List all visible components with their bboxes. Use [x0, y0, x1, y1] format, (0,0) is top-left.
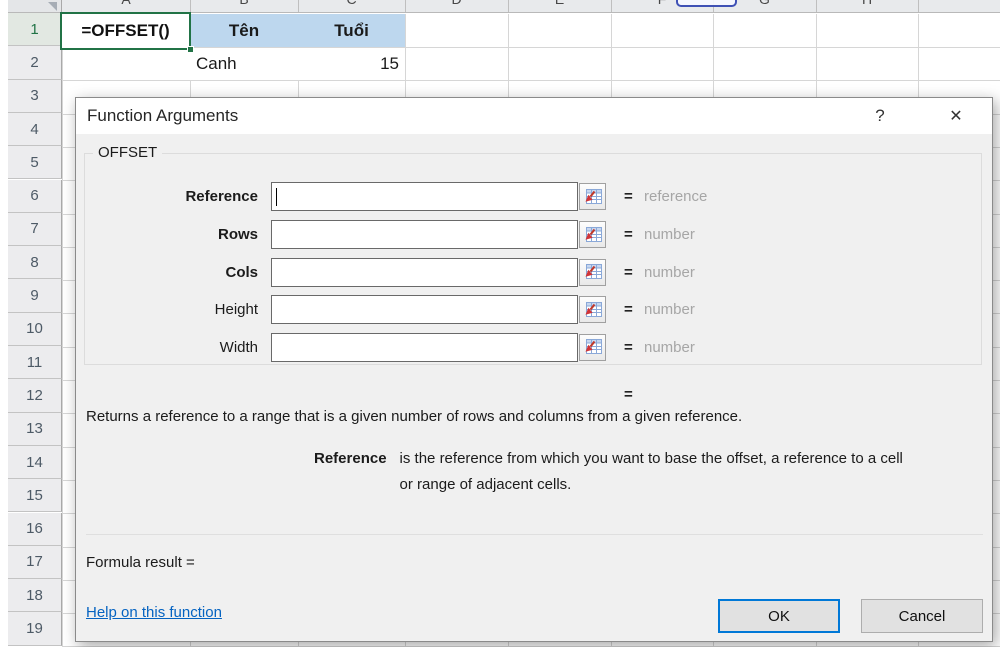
collapse-dialog-button[interactable] [579, 296, 606, 323]
close-icon[interactable]: ✕ [932, 98, 980, 134]
row-header-2[interactable]: 2 [8, 46, 62, 79]
column-header-separator [405, 0, 406, 13]
range-picker-icon [583, 188, 603, 206]
row-header-16[interactable]: 16 [8, 513, 62, 546]
row-header-column: 12345678910111213141516171819 [8, 13, 62, 647]
argument-row-cols: Cols = number [76, 258, 992, 287]
equals-sign: = [624, 226, 638, 243]
argument-row-rows: Rows = number [76, 220, 992, 249]
row-header-6[interactable]: 6 [8, 180, 62, 213]
column-header-F[interactable]: F [658, 0, 667, 7]
dialog-titlebar[interactable]: Function Arguments ? ✕ [76, 98, 992, 134]
function-name-label: OFFSET [93, 144, 162, 161]
equals-sign: = [624, 188, 638, 205]
argument-label: Height [76, 301, 271, 318]
select-all-corner[interactable] [8, 0, 62, 13]
formula-result-label: Formula result = [86, 554, 195, 571]
collapse-dialog-button[interactable] [579, 259, 606, 286]
column-header-separator [816, 0, 817, 13]
argument-input-cols[interactable] [271, 258, 578, 287]
row-header-19[interactable]: 19 [8, 612, 62, 645]
divider [86, 534, 983, 535]
row-header-1[interactable]: 1 [8, 13, 62, 46]
argument-hint: number [644, 264, 695, 281]
column-header-separator [611, 0, 612, 13]
cell-B2[interactable]: Canh [190, 48, 297, 80]
argument-label: Reference [76, 188, 271, 205]
argument-hint: number [644, 339, 695, 356]
column-header-B[interactable]: B [239, 0, 248, 7]
column-header-H[interactable]: H [862, 0, 872, 7]
row-header-9[interactable]: 9 [8, 279, 62, 312]
equals-sign: = [624, 301, 638, 318]
row-header-5[interactable]: 5 [8, 146, 62, 179]
excel-window: ABCDEFGH 12345678910111213141516171819 T… [0, 0, 1000, 647]
ok-button[interactable]: OK [718, 599, 840, 633]
column-header-D[interactable]: D [451, 0, 461, 7]
row-header-12[interactable]: 12 [8, 379, 62, 412]
dialog-title: Function Arguments [87, 98, 238, 134]
range-picker-icon [583, 263, 603, 281]
cell-A1-selected[interactable]: =OFFSET() [60, 12, 191, 50]
argument-label: Rows [76, 226, 271, 243]
gridline [62, 14, 63, 647]
function-description: Returns a reference to a range that is a… [86, 408, 742, 425]
equals-sign: = [624, 339, 638, 356]
row-header-18[interactable]: 18 [8, 579, 62, 612]
cell-B1[interactable]: Tên [190, 14, 298, 47]
argument-input-reference[interactable] [271, 182, 578, 211]
argument-hint: reference [644, 188, 707, 205]
argument-row-reference: Reference = reference [76, 182, 992, 211]
column-header-E[interactable]: E [555, 0, 564, 7]
help-on-function-link[interactable]: Help on this function [86, 604, 222, 621]
range-picker-icon [583, 338, 603, 356]
column-header-G[interactable]: G [759, 0, 770, 7]
argument-help-text: is the reference from which you want to … [400, 446, 912, 497]
argument-input-rows[interactable] [271, 220, 578, 249]
column-header-separator [298, 0, 299, 13]
text-caret [276, 188, 277, 206]
argument-hint: number [644, 301, 695, 318]
column-header-A[interactable]: A [121, 0, 130, 7]
fill-handle[interactable] [187, 46, 194, 53]
argument-row-height: Height = number [76, 295, 992, 324]
range-picker-icon [583, 301, 603, 319]
cell-C1[interactable]: Tuổi [298, 14, 405, 47]
row-header-10[interactable]: 10 [8, 313, 62, 346]
row-header-17[interactable]: 17 [8, 546, 62, 579]
column-header-separator [508, 0, 509, 13]
row-header-8[interactable]: 8 [8, 246, 62, 279]
select-all-triangle-icon [48, 2, 57, 11]
argument-help-label: Reference [314, 446, 387, 497]
cancel-button[interactable]: Cancel [861, 599, 983, 633]
argument-label: Width [76, 339, 271, 356]
argument-help: Reference is the reference from which yo… [314, 446, 912, 497]
column-header-C[interactable]: C [346, 0, 356, 7]
row-header-13[interactable]: 13 [8, 413, 62, 446]
argument-input-height[interactable] [271, 295, 578, 324]
row-header-11[interactable]: 11 [8, 346, 62, 379]
column-header-separator [918, 0, 919, 13]
collapse-dialog-button[interactable] [579, 221, 606, 248]
collapse-dialog-button[interactable] [579, 334, 606, 361]
range-picker-icon [583, 226, 603, 244]
equals-sign: = [624, 264, 638, 281]
row-header-14[interactable]: 14 [8, 446, 62, 479]
row-header-3[interactable]: 3 [8, 80, 62, 113]
argument-row-width: Width = number [76, 333, 992, 362]
column-header-row: A B C D E F G H [62, 0, 1000, 13]
argument-hint: number [644, 226, 695, 243]
cell-C2[interactable]: 15 [298, 48, 404, 80]
gridline [62, 80, 1000, 81]
row-header-15[interactable]: 15 [8, 479, 62, 512]
dialog-help-button[interactable]: ? [858, 98, 902, 134]
formula-equals-sign: = [624, 386, 633, 403]
argument-input-width[interactable] [271, 333, 578, 362]
function-arguments-dialog: Function Arguments ? ✕ OFFSET Reference … [75, 97, 993, 642]
row-header-4[interactable]: 4 [8, 113, 62, 146]
floating-shape [676, 0, 737, 7]
collapse-dialog-button[interactable] [579, 183, 606, 210]
row-header-7[interactable]: 7 [8, 213, 62, 246]
argument-label: Cols [76, 264, 271, 281]
